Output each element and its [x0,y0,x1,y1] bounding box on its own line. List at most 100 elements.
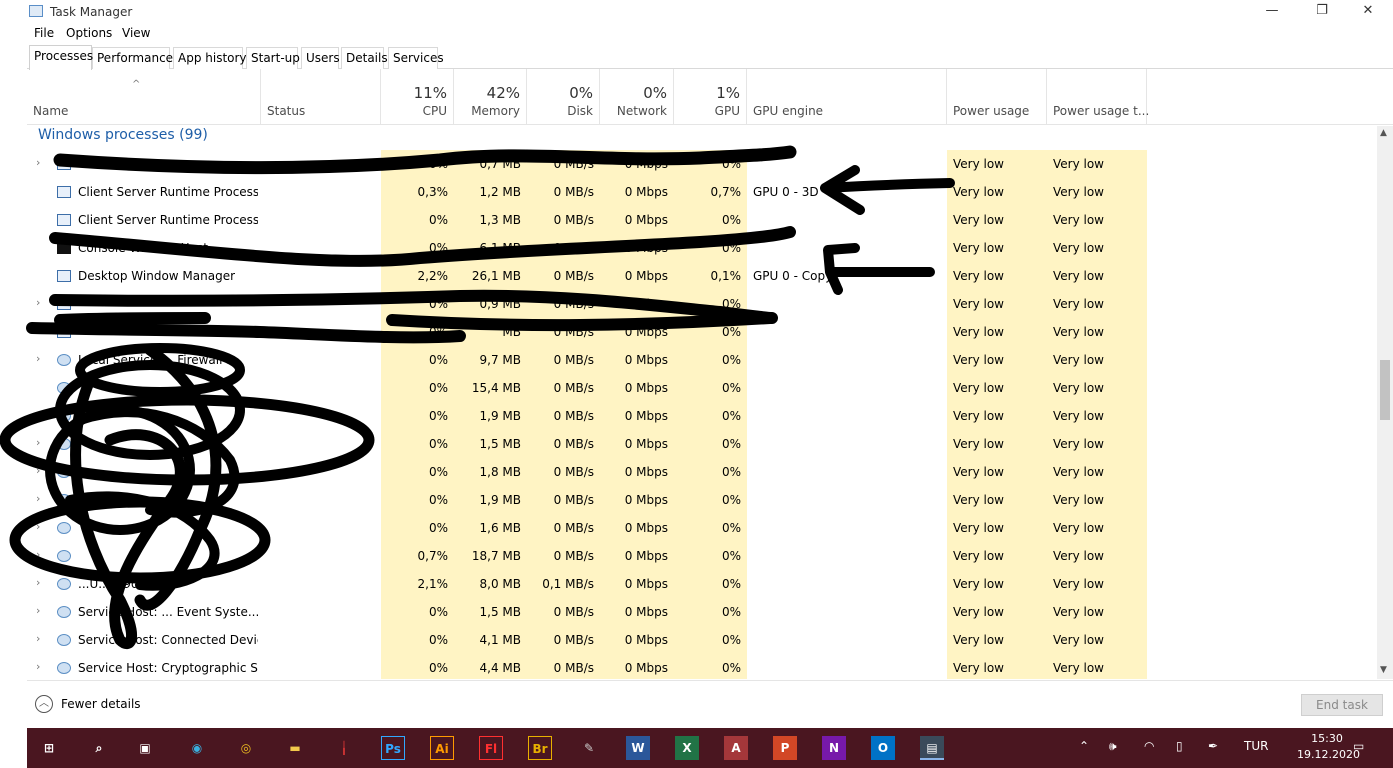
chevron-up-tray-icon[interactable]: ⌃ [1079,739,1089,753]
power-trend-value: Very low [1053,353,1104,367]
expand-chevron-icon[interactable]: › [36,548,40,561]
table-row[interactable]: › Local Service (...Firewall ... 0% 9,7 MB 0… [27,346,1377,374]
expand-chevron-icon[interactable]: › [36,520,40,533]
header-status[interactable]: Status [261,69,381,125]
title-bar: Task Manager — ❐ ✕ [27,0,1393,24]
search-icon[interactable]: ⌕ [87,736,111,760]
table-row[interactable]: › Service Host: ... Event Syste... 0% 1,5 M… [27,598,1377,626]
scroll-thumb[interactable] [1380,360,1390,420]
table-row[interactable]: › 0% 0,7 MB 0 MB/s 0 Mbps 0% Very low Very low [27,150,1377,178]
expand-chevron-icon[interactable]: › [36,436,40,449]
expand-chevron-icon[interactable]: › [36,296,40,309]
end-task-button[interactable]: End task [1301,694,1383,716]
table-row[interactable]: 0% 1,9 MB 0 MB/s 0 Mbps 0% Very low Very low [27,402,1377,430]
restore-button[interactable]: ❐ [1299,0,1345,24]
header-memory[interactable]: 42% Memory [454,69,527,125]
table-row[interactable]: 0% 15,4 MB 0 MB/s 0 Mbps 0% Very low Very low [27,374,1377,402]
power-usage-value: Very low [953,633,1004,647]
header-gpu[interactable]: 1% GPU [674,69,747,125]
process-icon [57,522,71,534]
thermometer-app-icon[interactable]: ╽ [332,736,356,760]
tab-app-history[interactable]: App history [173,47,247,69]
tab-processes[interactable]: Processes [29,45,93,70]
table-row[interactable]: › 0% 0,9 MB 0 MB/s 0 Mbps 0% Very low Very low [27,290,1377,318]
header-power-usage[interactable]: Power usage [947,69,1047,125]
footer: ︿ Fewer details End task [27,680,1393,728]
table-row[interactable]: › 0% 1,8 MB 0 MB/s 0 Mbps 0% Very low Very low [27,458,1377,486]
table-row[interactable]: Console Window Host 0% 6,1 MB 0 MB/s 0 Mbps 0… [27,234,1377,262]
chevron-up-icon[interactable]: ︿ [35,695,53,713]
table-row[interactable]: › ...U..._89d67 2,1% 8,0 MB 0,1 MB/s 0 Mbps 0%… [27,570,1377,598]
volume-icon[interactable]: 🕪 [1109,739,1117,754]
close-button[interactable]: ✕ [1345,0,1391,24]
word-icon[interactable]: W [626,736,650,760]
mem-value: 1,5 MB [479,437,521,451]
header-name[interactable]: Name [27,69,261,125]
tab-startup[interactable]: Start-up [246,47,300,69]
net-value: 0 Mbps [624,185,668,199]
windows-taskbar: ⊞ ⌕ ▣ ◉ ◎ ▬ ╽ Ps Ai Fl Br ✎ W X A P N O … [27,728,1393,768]
disk-value: 0 MB/s [553,353,594,367]
excel-icon[interactable]: X [675,736,699,760]
clock[interactable]: 15:30 19.12.2020 [1297,731,1360,763]
table-row[interactable]: Client Server Runtime Process 0% 1,3 MB 0 M… [27,206,1377,234]
wifi-icon[interactable]: ◠ [1144,739,1154,753]
menu-options[interactable]: Options [66,26,112,40]
table-row[interactable]: › 0,7% 18,7 MB 0 MB/s 0 Mbps 0% Very low Very l… [27,542,1377,570]
scroll-up-icon[interactable]: ▲ [1380,128,1387,138]
language-indicator[interactable]: TUR [1244,739,1268,753]
scroll-down-icon[interactable]: ▼ [1380,665,1387,675]
onenote-icon[interactable]: N [822,736,846,760]
start-windows-icon[interactable]: ⊞ [37,736,61,760]
expand-chevron-icon[interactable]: › [36,352,40,365]
tab-details[interactable]: Details [341,47,388,69]
header-cpu[interactable]: 11% CPU [381,69,454,125]
vertical-scrollbar[interactable]: ▲ ▼ [1377,126,1393,679]
table-row[interactable]: › Service Host: Connected Device... 0% 4,1 … [27,626,1377,654]
power-trend-value: Very low [1053,409,1104,423]
pen-icon[interactable]: ✒ [1208,739,1218,753]
menu-view[interactable]: View [122,26,150,40]
pencil-app-icon[interactable]: ✎ [577,736,601,760]
tab-users[interactable]: Users [301,47,340,69]
task-manager-taskbar-icon[interactable]: ▤ [920,736,944,760]
table-row[interactable]: Client Server Runtime Process 0,3% 1,2 MB 0… [27,178,1377,206]
edge-browser-icon[interactable]: ◉ [185,736,209,760]
table-row[interactable]: 0% MB 0 MB/s 0 Mbps 0% Very low Very low [27,318,1377,346]
expand-chevron-icon[interactable]: › [36,492,40,505]
header-disk[interactable]: 0% Disk [527,69,600,125]
file-explorer-icon[interactable]: ▬ [283,736,307,760]
task-view-icon[interactable]: ▣ [133,736,157,760]
header-power-usage-trend[interactable]: Power usage t... [1047,69,1149,125]
table-row[interactable]: › 0% 1,5 MB 0 MB/s 0 Mbps 0% Very low Very low [27,430,1377,458]
outlook-icon[interactable]: O [871,736,895,760]
expand-chevron-icon[interactable]: › [36,464,40,477]
fewer-details-link[interactable]: Fewer details [61,697,141,711]
expand-chevron-icon[interactable]: › [36,576,40,589]
expand-chevron-icon[interactable]: › [36,156,40,169]
header-gpu-engine[interactable]: GPU engine [747,69,947,125]
notification-icon[interactable]: ▭ [1353,739,1364,753]
table-row[interactable]: › 0% 1,6 MB 0 MB/s 0 Mbps 0% Very low Very low [27,514,1377,542]
header-network[interactable]: 0% Network [600,69,674,125]
photoshop-icon[interactable]: Ps [381,736,405,760]
access-icon[interactable]: A [724,736,748,760]
table-row[interactable]: › Service Host: Cryptographic Ser... 0% 4,4… [27,654,1377,679]
expand-chevron-icon[interactable]: › [36,660,40,673]
tab-performance[interactable]: Performance [92,47,173,69]
chrome-browser-icon[interactable]: ◎ [234,736,258,760]
minimize-button[interactable]: — [1249,0,1295,24]
illustrator-icon[interactable]: Ai [430,736,454,760]
table-row[interactable]: Desktop Window Manager 2,2% 26,1 MB 0 MB/s 0… [27,262,1377,290]
table-row[interactable]: › ...port... 0% 1,9 MB 0 MB/s 0 Mbps 0% Very lo… [27,486,1377,514]
tab-services[interactable]: Services [388,47,444,69]
battery-icon[interactable]: ▯ [1176,739,1183,753]
flash-icon[interactable]: Fl [479,736,503,760]
bridge-icon[interactable]: Br [528,736,552,760]
group-header-windows-processes[interactable]: Windows processes (99) [38,127,208,143]
disk-value: 0 MB/s [553,269,594,283]
expand-chevron-icon[interactable]: › [36,632,40,645]
menu-file[interactable]: File [34,26,54,40]
powerpoint-icon[interactable]: P [773,736,797,760]
expand-chevron-icon[interactable]: › [36,604,40,617]
